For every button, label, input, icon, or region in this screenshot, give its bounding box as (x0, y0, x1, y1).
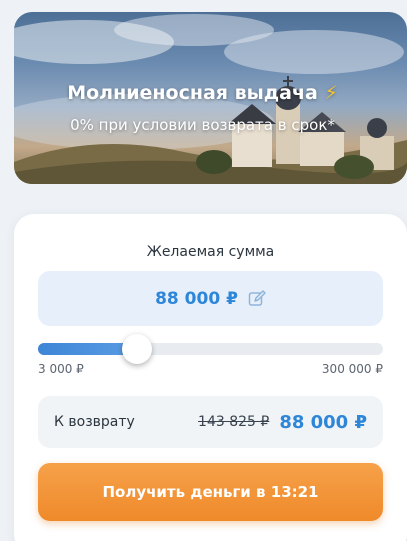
hero-title-text: Молниеносная выдача (67, 82, 318, 104)
return-new-amount: 88 000 ₽ (279, 411, 367, 433)
promo-banner: Молниеносная выдача ⚡ 0% при условии воз… (14, 12, 407, 184)
slider-max-label: 300 000 ₽ (321, 362, 383, 376)
slider-thumb[interactable] (121, 334, 152, 364)
lightning-icon: ⚡ (324, 82, 338, 104)
amount-label: Желаемая сумма (146, 244, 275, 260)
slider-min-label: 3 000 ₽ (38, 362, 84, 376)
loan-form-card: Желаемая сумма 88 000 ₽ 3 000 ₽ 300 000 … (14, 214, 407, 541)
get-money-button[interactable]: Получить деньги в 13:21 (38, 463, 383, 521)
return-label: К возврату (54, 414, 135, 430)
return-old-amount: 143 825 ₽ (198, 414, 270, 430)
amount-slider[interactable] (38, 334, 383, 364)
amount-input[interactable]: 88 000 ₽ (38, 271, 383, 326)
edit-icon[interactable] (248, 289, 266, 308)
hero-subtitle: 0% при условии возврата в срок* (70, 116, 335, 134)
hero-title: Молниеносная выдача ⚡ (14, 82, 391, 104)
amount-value: 88 000 ₽ (155, 288, 238, 309)
return-summary: К возврату 143 825 ₽ 88 000 ₽ (38, 396, 383, 448)
